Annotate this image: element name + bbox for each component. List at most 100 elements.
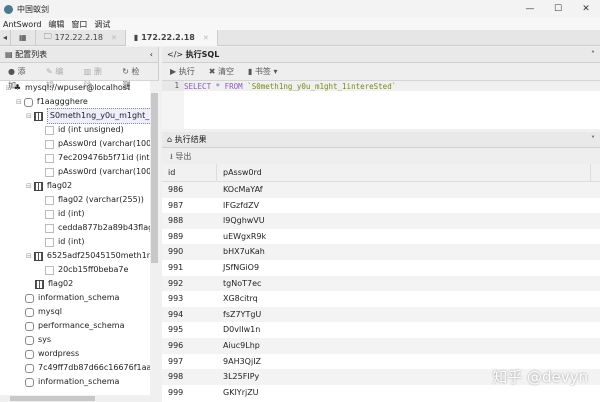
expand-toggle-icon[interactable]: ⊟ [26,109,32,123]
tree-vertical-scrollbar[interactable] [150,81,159,395]
close-button[interactable]: ✕ [572,0,600,18]
database-icon: ▮ [133,33,139,42]
expand-toggle-icon[interactable]: ⊟ [26,249,32,263]
tree-horizontal-scrollbar[interactable] [0,395,159,402]
tree-item[interactable]: cedda877b2a89b43flag02 ( [36,221,150,235]
menu-edit[interactable]: 编辑 [48,19,64,30]
cell-password: bHX7uKah [223,247,265,257]
tab-scroll-left[interactable]: ◂ [0,29,12,46]
menu-antsword[interactable]: AntSword [3,20,41,29]
table-icon [33,181,43,191]
collapse-up-icon[interactable]: ˄ [591,50,595,59]
tree-item[interactable]: 7ec209476b5f71id (int unsi [36,151,150,165]
database-icon [23,97,33,107]
tab-database[interactable]: ▮ 172.22.2.18 ✕ [125,29,218,46]
tree-item[interactable]: information_schema [16,375,119,389]
edit-button[interactable]: ✎ 编辑 [41,65,75,90]
table-row[interactable]: 986 KOcMaYAf [162,182,600,198]
column-header-password[interactable]: pAssw0rd [217,164,591,181]
app-logo-icon [4,4,13,14]
table-row[interactable]: 990 bHX7uKah [162,244,600,260]
sql-panel: </> 执行SQL ˄ ▶ 执行 ✖ 清空 ▮ 书签 ▾ 1 SELECT * … [162,47,600,402]
sql-toolbar: ▶ 执行 ✖ 清空 ▮ 书签 ▾ [162,63,600,81]
table-row[interactable]: 992 tgNoT7ec [162,275,600,292]
tree-item[interactable]: performance_schema [16,319,125,333]
clear-button[interactable]: ✖ 清空 [204,65,239,79]
menu-window[interactable]: 窗口 [71,19,87,30]
table-row[interactable]: 987 lFGzfdZV [162,198,600,214]
tree-item[interactable]: 20cb15ff0beba7e [36,263,128,277]
cell-password: Aiuc9Lhp [223,340,260,350]
sql-panel-header: </> 执行SQL ˄ [162,47,600,63]
tab-home[interactable]: ▦ [11,29,36,46]
tree-item[interactable]: flag02 (varchar(255)) [36,193,144,207]
database-icon [25,293,34,303]
delete-button[interactable]: ▥ 删除 [79,65,114,90]
collapse-down-icon[interactable]: ˅ [591,135,595,144]
cell-id: 987 [168,200,184,210]
tree-item[interactable]: id (int unsigned) [36,123,124,137]
cell-password: uEWgxR9k [223,231,267,241]
tree-item[interactable]: flag02 [26,277,73,291]
add-button[interactable]: ● 添加 [3,65,37,90]
table-row[interactable]: 994 fsZ7YTgU [162,306,600,323]
table-row[interactable]: 996 Aiuc9Lhp [162,337,600,354]
cell-id: 997 [168,356,184,366]
database-icon [25,349,34,359]
tree-item[interactable]: ⊟ f1aaggghere [16,95,88,109]
column-icon [45,223,54,233]
tree-item[interactable]: ⊟S0meth1ng_y0u_m1ght_1nter [26,108,150,124]
check-button[interactable]: ↻ 检测 [117,65,151,90]
execute-button[interactable]: ▶ 执行 [165,65,200,79]
tree-item[interactable]: id (int) [36,207,85,221]
tree-item[interactable]: ⊟6525adf25045150meth1ng_y0 [26,249,150,263]
cell-id: 991 [168,262,184,272]
expand-toggle-icon[interactable]: ⊟ [26,179,32,193]
table-row[interactable]: 991 JSfNGiO9 [162,260,600,276]
close-tab-icon[interactable]: ✕ [203,34,209,42]
tree-item[interactable]: mysql [16,305,62,319]
collapse-icon[interactable]: ‹ [150,50,153,59]
server-icon: ♣ [13,83,22,92]
expand-toggle-icon[interactable]: ⊟ [16,95,22,109]
cell-password: tgNoT7ec [223,278,262,288]
menu-debug[interactable]: 调试 [94,19,110,30]
column-icon [45,153,54,163]
minimize-button[interactable]: — [516,0,544,18]
expand-toggle-icon[interactable]: ⊟ [6,81,12,95]
table-row[interactable]: 993 XG8citrq [162,291,600,307]
table-row[interactable]: 995 D0vlIw1n [162,322,600,338]
config-panel: ▤ 配置列表 ‹ ● 添加 ✎ 编辑 ▥ 删除 ↻ 检测 ⊟ ♣ mysql://w… [0,47,159,402]
tree-item[interactable]: ⊟ flag02 [26,179,72,193]
tree-item[interactable]: pAssw0rd (varchar(100)) [36,165,150,179]
table-row[interactable]: 999 GKIYrjZU [162,385,600,401]
cell-password: lFGzfdZV [223,200,260,210]
sql-editor[interactable]: 1 SELECT * FROM `S0meth1ng_y0u_m1ght_1in… [162,81,600,129]
table-icon [35,279,44,289]
tab-files[interactable]: 🗀 172.22.2.18 ✕ [36,29,126,46]
close-tab-icon[interactable]: ✕ [111,34,117,42]
cell-password: GKIYrjZU [223,387,259,397]
cell-id: 993 [168,294,184,304]
window-title: 中国蚁剑 [17,4,49,14]
tree-item[interactable]: 7c49ff7db87d66c16676f1aaggggh [16,361,150,375]
table-row[interactable]: 989 uEWgxR9k [162,229,600,245]
tree-item[interactable]: ⊟ ♣ mysql://wpuser@localhost [6,81,130,95]
bookmark-button[interactable]: ▮ 书签 ▾ [243,65,283,79]
config-panel-header: ▤ 配置列表 ‹ [0,47,158,63]
column-header-id[interactable]: id [162,164,217,181]
tree-item[interactable]: sys [16,333,51,347]
tree-item[interactable]: pAssw0rd (varchar(100)) [36,137,150,151]
tree-item[interactable]: information_schema [16,291,119,305]
export-button[interactable]: ⭳ 导出 [165,150,196,164]
cell-id: 992 [168,278,184,288]
tree-item[interactable]: id (int) [36,235,85,249]
table-row[interactable]: 988 l9QghwVU [162,213,600,229]
config-toolbar: ● 添加 ✎ 编辑 ▥ 删除 ↻ 检测 [0,63,158,90]
table-icon [33,111,43,121]
database-icon [25,321,34,331]
tree-item[interactable]: wordpress [16,347,79,361]
list-icon: ▤ [5,50,16,59]
maximize-button[interactable]: ☐ [544,0,572,18]
database-tree: ⊟ ♣ mysql://wpuser@localhost ⊟ f1aaggghere ⊟ S… [0,81,150,402]
